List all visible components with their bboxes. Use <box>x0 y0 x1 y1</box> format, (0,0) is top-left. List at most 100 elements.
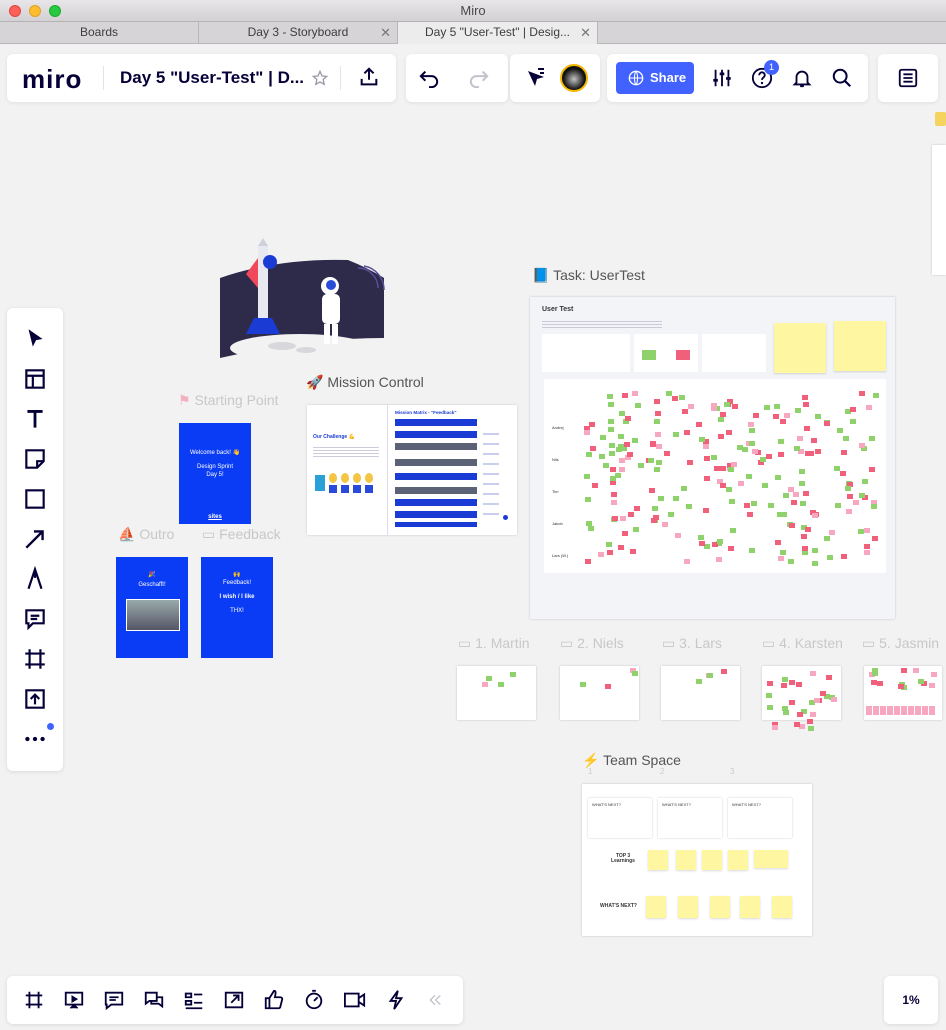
person-sticky[interactable] <box>929 683 935 688</box>
starting-point-card[interactable]: Welcome back! 👋 Design Sprint Day 5! sit… <box>179 423 251 524</box>
frame-label-mission-control[interactable]: 🚀 Mission Control <box>306 374 424 391</box>
matrix-sticky[interactable] <box>778 439 784 444</box>
matrix-sticky[interactable] <box>668 512 674 517</box>
matrix-sticky[interactable] <box>773 414 779 419</box>
matrix-sticky[interactable] <box>630 549 636 554</box>
person-sticky[interactable] <box>580 682 586 687</box>
matrix-sticky[interactable] <box>780 550 786 555</box>
matrix-sticky[interactable] <box>732 404 738 409</box>
whats-next-card[interactable]: WHAT'S NEXT? <box>728 798 792 838</box>
matrix-sticky[interactable] <box>762 483 768 488</box>
matrix-sticky[interactable] <box>845 486 851 491</box>
matrix-sticky[interactable] <box>699 437 705 442</box>
sticky-note[interactable] <box>678 896 698 918</box>
matrix-sticky[interactable] <box>728 467 734 472</box>
close-tab-icon[interactable]: ✕ <box>380 22 391 43</box>
matrix-sticky[interactable] <box>853 500 859 505</box>
matrix-sticky[interactable] <box>803 491 809 496</box>
matrix-sticky[interactable] <box>634 506 640 511</box>
matrix-sticky[interactable] <box>696 422 702 427</box>
person-sticky[interactable] <box>767 705 773 710</box>
matrix-sticky[interactable] <box>656 460 662 465</box>
matrix-sticky[interactable] <box>802 546 808 551</box>
matrix-sticky[interactable] <box>744 503 750 508</box>
matrix-sticky[interactable] <box>655 411 661 416</box>
matrix-sticky[interactable] <box>585 497 591 502</box>
matrix-sticky[interactable] <box>618 545 624 550</box>
matrix-sticky[interactable] <box>729 499 735 504</box>
person-sticky[interactable] <box>918 679 924 684</box>
matrix-sticky[interactable] <box>679 395 685 400</box>
matrix-sticky[interactable] <box>608 427 614 432</box>
matrix-sticky[interactable] <box>585 559 591 564</box>
matrix-sticky[interactable] <box>799 481 805 486</box>
person-sticky[interactable] <box>632 671 638 676</box>
text-icon[interactable] <box>22 406 48 432</box>
matrix-sticky[interactable] <box>749 428 755 433</box>
matrix-sticky[interactable] <box>684 430 690 435</box>
matrix-sticky[interactable] <box>866 405 872 410</box>
matrix-sticky[interactable] <box>609 443 615 448</box>
matrix-sticky[interactable] <box>850 419 856 424</box>
chat-icon[interactable] <box>143 989 165 1011</box>
share-button[interactable]: Share <box>616 62 694 94</box>
connection-line-icon[interactable] <box>22 526 48 552</box>
matrix-sticky[interactable] <box>768 503 774 508</box>
templates-icon[interactable] <box>22 366 48 392</box>
sticky-note[interactable] <box>710 896 730 918</box>
matrix-sticky[interactable] <box>648 458 654 463</box>
matrix-sticky[interactable] <box>619 467 625 472</box>
export-icon[interactable] <box>358 66 380 88</box>
matrix-sticky[interactable] <box>699 541 705 546</box>
matrix-sticky[interactable] <box>703 508 709 513</box>
matrix-sticky[interactable] <box>673 496 679 501</box>
matrix-sticky[interactable] <box>766 454 772 459</box>
matrix-sticky[interactable] <box>610 476 616 481</box>
matrix-sticky[interactable] <box>864 550 870 555</box>
miro-logo[interactable]: miro <box>22 64 82 95</box>
matrix-sticky[interactable] <box>649 488 655 493</box>
person-frame[interactable] <box>560 666 639 720</box>
matrix-sticky[interactable] <box>610 467 616 472</box>
tab-boards[interactable]: Boards <box>0 22 199 44</box>
frame-icon[interactable] <box>22 646 48 672</box>
matrix-sticky[interactable] <box>872 536 878 541</box>
matrix-sticky[interactable] <box>684 559 690 564</box>
matrix-sticky[interactable] <box>778 556 784 561</box>
matrix-sticky[interactable] <box>726 430 732 435</box>
board-title[interactable]: Day 5 "User-Test" | D... <box>120 68 304 88</box>
tab-day3-storyboard[interactable]: Day 3 - Storyboard ✕ <box>199 22 398 44</box>
matrix-sticky[interactable] <box>791 500 797 505</box>
frame-label-feedback[interactable]: ▭ Feedback <box>202 526 281 543</box>
matrix-sticky[interactable] <box>864 528 870 533</box>
frame-label-person-1[interactable]: ▭ 1. Martin <box>458 635 530 652</box>
matrix-sticky[interactable] <box>687 460 693 465</box>
star-icon[interactable] <box>312 70 328 86</box>
matrix-sticky[interactable] <box>720 483 726 488</box>
matrix-sticky[interactable] <box>681 486 687 491</box>
comments-icon[interactable] <box>103 989 125 1011</box>
matrix-sticky[interactable] <box>622 531 628 536</box>
matrix-sticky[interactable] <box>654 467 660 472</box>
matrix-sticky[interactable] <box>653 515 659 520</box>
person-sticky[interactable] <box>814 698 820 703</box>
matrix-sticky[interactable] <box>859 443 865 448</box>
matrix-sticky[interactable] <box>737 445 743 450</box>
matrix-sticky[interactable] <box>795 408 801 413</box>
collapse-icon[interactable] <box>427 992 443 1008</box>
matrix-sticky[interactable] <box>584 474 590 479</box>
person-sticky[interactable] <box>808 726 814 731</box>
matrix-sticky[interactable] <box>608 402 614 407</box>
settings-sliders-icon[interactable] <box>711 67 733 89</box>
matrix-sticky[interactable] <box>718 417 724 422</box>
matrix-sticky[interactable] <box>788 559 794 564</box>
matrix-sticky[interactable] <box>869 436 875 441</box>
matrix-sticky[interactable] <box>600 435 606 440</box>
frames-icon[interactable] <box>23 989 45 1011</box>
tab-day5-user-test[interactable]: Day 5 "User-Test" | Desig... ✕ <box>398 22 598 44</box>
upload-icon[interactable] <box>22 686 48 712</box>
matrix-sticky[interactable] <box>850 407 856 412</box>
person-sticky[interactable] <box>901 668 907 673</box>
feedback-card[interactable]: 🙌 Feedback! I wish / I like THX! <box>201 557 273 658</box>
user-avatar[interactable] <box>560 64 588 92</box>
